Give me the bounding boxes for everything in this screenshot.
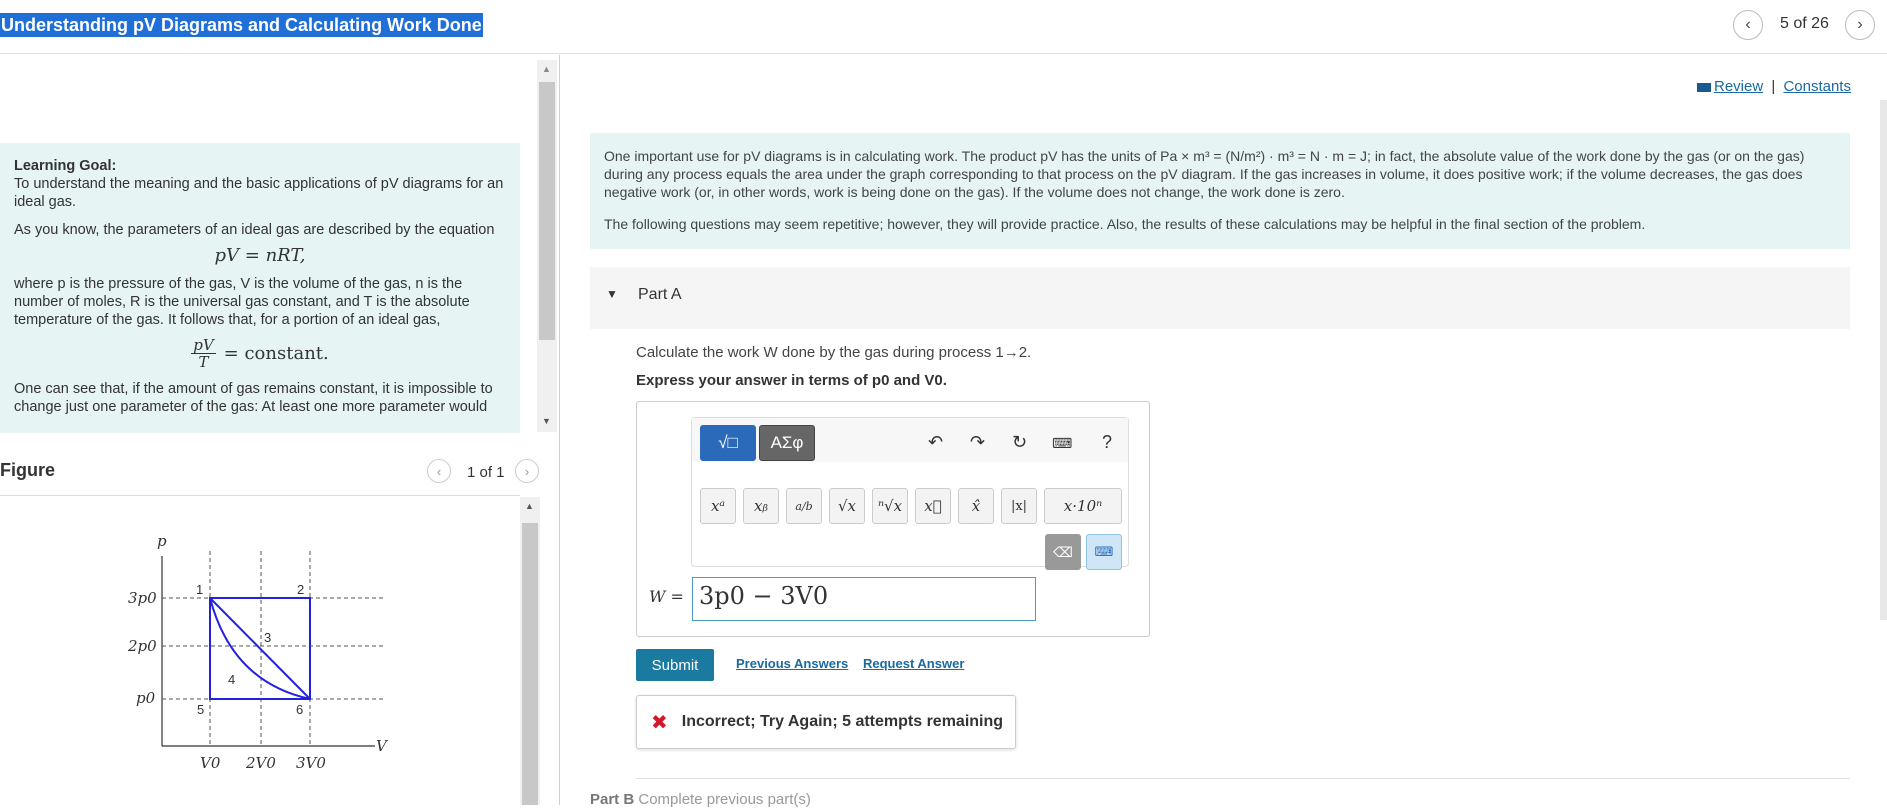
keyboard-icon[interactable]: ⌨ [1052,435,1072,452]
answer-label: W = [649,587,684,606]
pane-divider[interactable] [559,55,560,805]
part-b-label: Part B [590,791,635,808]
scrollbar-thumb[interactable] [522,523,538,805]
straight-process-path [209,597,311,700]
answer-box: √□ ΑΣφ ↶ ↷ ↻ ⌨ ? xᵃ xᵦ a/b √x ⁿ√x x⃗ x̂ … [636,401,1150,637]
constants-link[interactable]: Constants [1783,78,1851,95]
intro-paragraph-3: One can see that, if the amount of gas r… [14,381,493,415]
request-answer-link[interactable]: Request Answer [863,656,964,671]
figure-scrollbar[interactable]: ▲ [520,497,540,805]
scroll-up-icon[interactable]: ▲ [542,64,551,74]
x-tick-2v0: 2V0 [245,754,276,772]
figure-next-button[interactable]: › [515,459,539,483]
math-toolbar: √□ ΑΣφ ↶ ↷ ↻ ⌨ ? xᵃ xᵦ a/b √x ⁿ√x x⃗ x̂ … [691,417,1129,570]
y-tick-2p0: 2p0 [127,637,157,655]
link-separator: | [1771,78,1776,95]
backspace-icon: ⌫ [1053,543,1073,560]
keyboard-toggle-button[interactable]: ⌨ [1086,534,1122,570]
ideal-gas-equation: pV = nRT, [214,245,306,266]
instruction-text: Express your answer in terms of p0 and V… [636,372,947,389]
info-paragraph-1: One important use for pV diagrams is in … [604,148,1805,200]
question-text: Calculate the work W done by the gas dur… [636,344,1032,361]
abs-value-key[interactable]: |x| [1001,488,1037,524]
chevron-left-icon: ‹ [1745,16,1751,33]
point-6-label: 6 [296,702,303,717]
subscript-key[interactable]: xᵦ [743,488,779,524]
reset-icon[interactable]: ↻ [1012,432,1027,453]
resource-links: Review | Constants [1697,78,1851,95]
sqrt-key[interactable]: √x [829,488,865,524]
figure-area: p V 3p0 2p0 p0 V0 2V0 3V0 1 2 3 4 5 6 [0,495,520,805]
part-a-label: Part A [638,286,682,303]
v-axis-label: V [376,737,389,755]
point-1-label: 1 [196,582,203,597]
learning-goal-text: To understand the meaning and the basic … [14,176,504,210]
scrollbar-thumb[interactable] [539,82,555,340]
figure-pager: 1 of 1 [467,464,505,481]
part-a-header[interactable]: ▼ Part A [590,267,1850,329]
book-icon [1697,82,1711,92]
submit-button[interactable]: Submit [636,649,714,681]
x-tick-3v0: 3V0 [296,754,326,772]
point-3-label: 3 [264,630,271,645]
point-4-label: 4 [228,672,235,687]
review-link[interactable]: Review [1714,78,1763,95]
intro-paragraph-2: where p is the pressure of the gas, V is… [14,276,470,328]
info-paragraph-2: The following questions may seem repetit… [604,216,1646,232]
p-axis-label: p [157,532,167,550]
backspace-button[interactable]: ⌫ [1045,534,1081,570]
intro-scrollbar[interactable]: ▲ ▼ [537,60,557,432]
chevron-right-icon: › [524,463,530,479]
y-tick-3p0: 3p0 [128,589,157,607]
intro-paragraph-1: As you know, the parameters of an ideal … [14,222,495,238]
unit-vector-key[interactable]: x̂ [958,488,994,524]
x-tick-v0: V0 [200,754,221,772]
scroll-up-icon[interactable]: ▲ [525,501,534,511]
fraction-denominator: T [198,353,209,371]
part-b-header[interactable]: Part B Complete previous part(s) [590,791,811,808]
page-title: Understanding pV Diagrams and Calculatin… [0,13,483,37]
scroll-down-icon[interactable]: ▼ [542,416,551,426]
point-5-label: 5 [197,702,204,717]
fraction-numerator: pV [191,336,216,354]
templates-button[interactable]: √□ [700,425,756,461]
chevron-right-icon: › [1857,16,1863,33]
keyboard-toggle-icon: ⌨ [1094,544,1114,559]
section-divider [636,778,1850,779]
redo-icon[interactable]: ↷ [970,432,985,453]
scientific-notation-key[interactable]: x·10ⁿ [1044,488,1122,524]
figure-label: Figure [0,460,56,480]
superscript-key[interactable]: xᵃ [700,488,736,524]
help-button[interactable]: ? [1102,432,1112,453]
undo-icon[interactable]: ↶ [928,432,943,453]
point-2-label: 2 [297,582,304,597]
page-scrollbar[interactable] [1880,100,1887,620]
vector-key[interactable]: x⃗ [915,488,951,524]
pv-diagram: p V 3p0 2p0 p0 V0 2V0 3V0 1 2 3 4 5 6 [127,532,389,772]
feedback-box: ✖ Incorrect; Try Again; 5 attempts remai… [636,695,1016,749]
next-item-button[interactable]: › [1845,10,1875,40]
incorrect-x-icon: ✖ [651,711,668,734]
figure-prev-button[interactable]: ‹ [427,459,451,483]
equation-rhs: = constant. [223,342,329,364]
page-counter: 5 of 26 [1780,15,1829,32]
y-tick-p0: p0 [136,689,156,707]
fraction-key[interactable]: a/b [786,488,822,524]
collapse-triangle-icon[interactable]: ▼ [606,287,618,301]
nth-root-key[interactable]: ⁿ√x [872,488,908,524]
constant-equation: pV T = constant. [14,337,506,370]
previous-answers-link[interactable]: Previous Answers [736,656,848,671]
templates-icon: √□ [718,433,738,452]
symbols-button[interactable]: ΑΣφ [759,425,815,461]
answer-input[interactable]: 3p0 − 3V0 [692,577,1036,621]
top-bar: Understanding pV Diagrams and Calculatin… [0,0,1887,54]
feedback-text: Incorrect; Try Again; 5 attempts remaini… [681,713,1004,730]
learning-goal-box: Learning Goal: To understand the meaning… [0,143,520,433]
chevron-left-icon: ‹ [436,463,442,479]
part-b-status: Complete previous part(s) [638,791,811,808]
info-box: One important use for pV diagrams is in … [590,133,1850,249]
learning-goal-heading: Learning Goal: [14,158,117,174]
symbols-label: ΑΣφ [770,433,804,452]
previous-item-button[interactable]: ‹ [1733,10,1763,40]
